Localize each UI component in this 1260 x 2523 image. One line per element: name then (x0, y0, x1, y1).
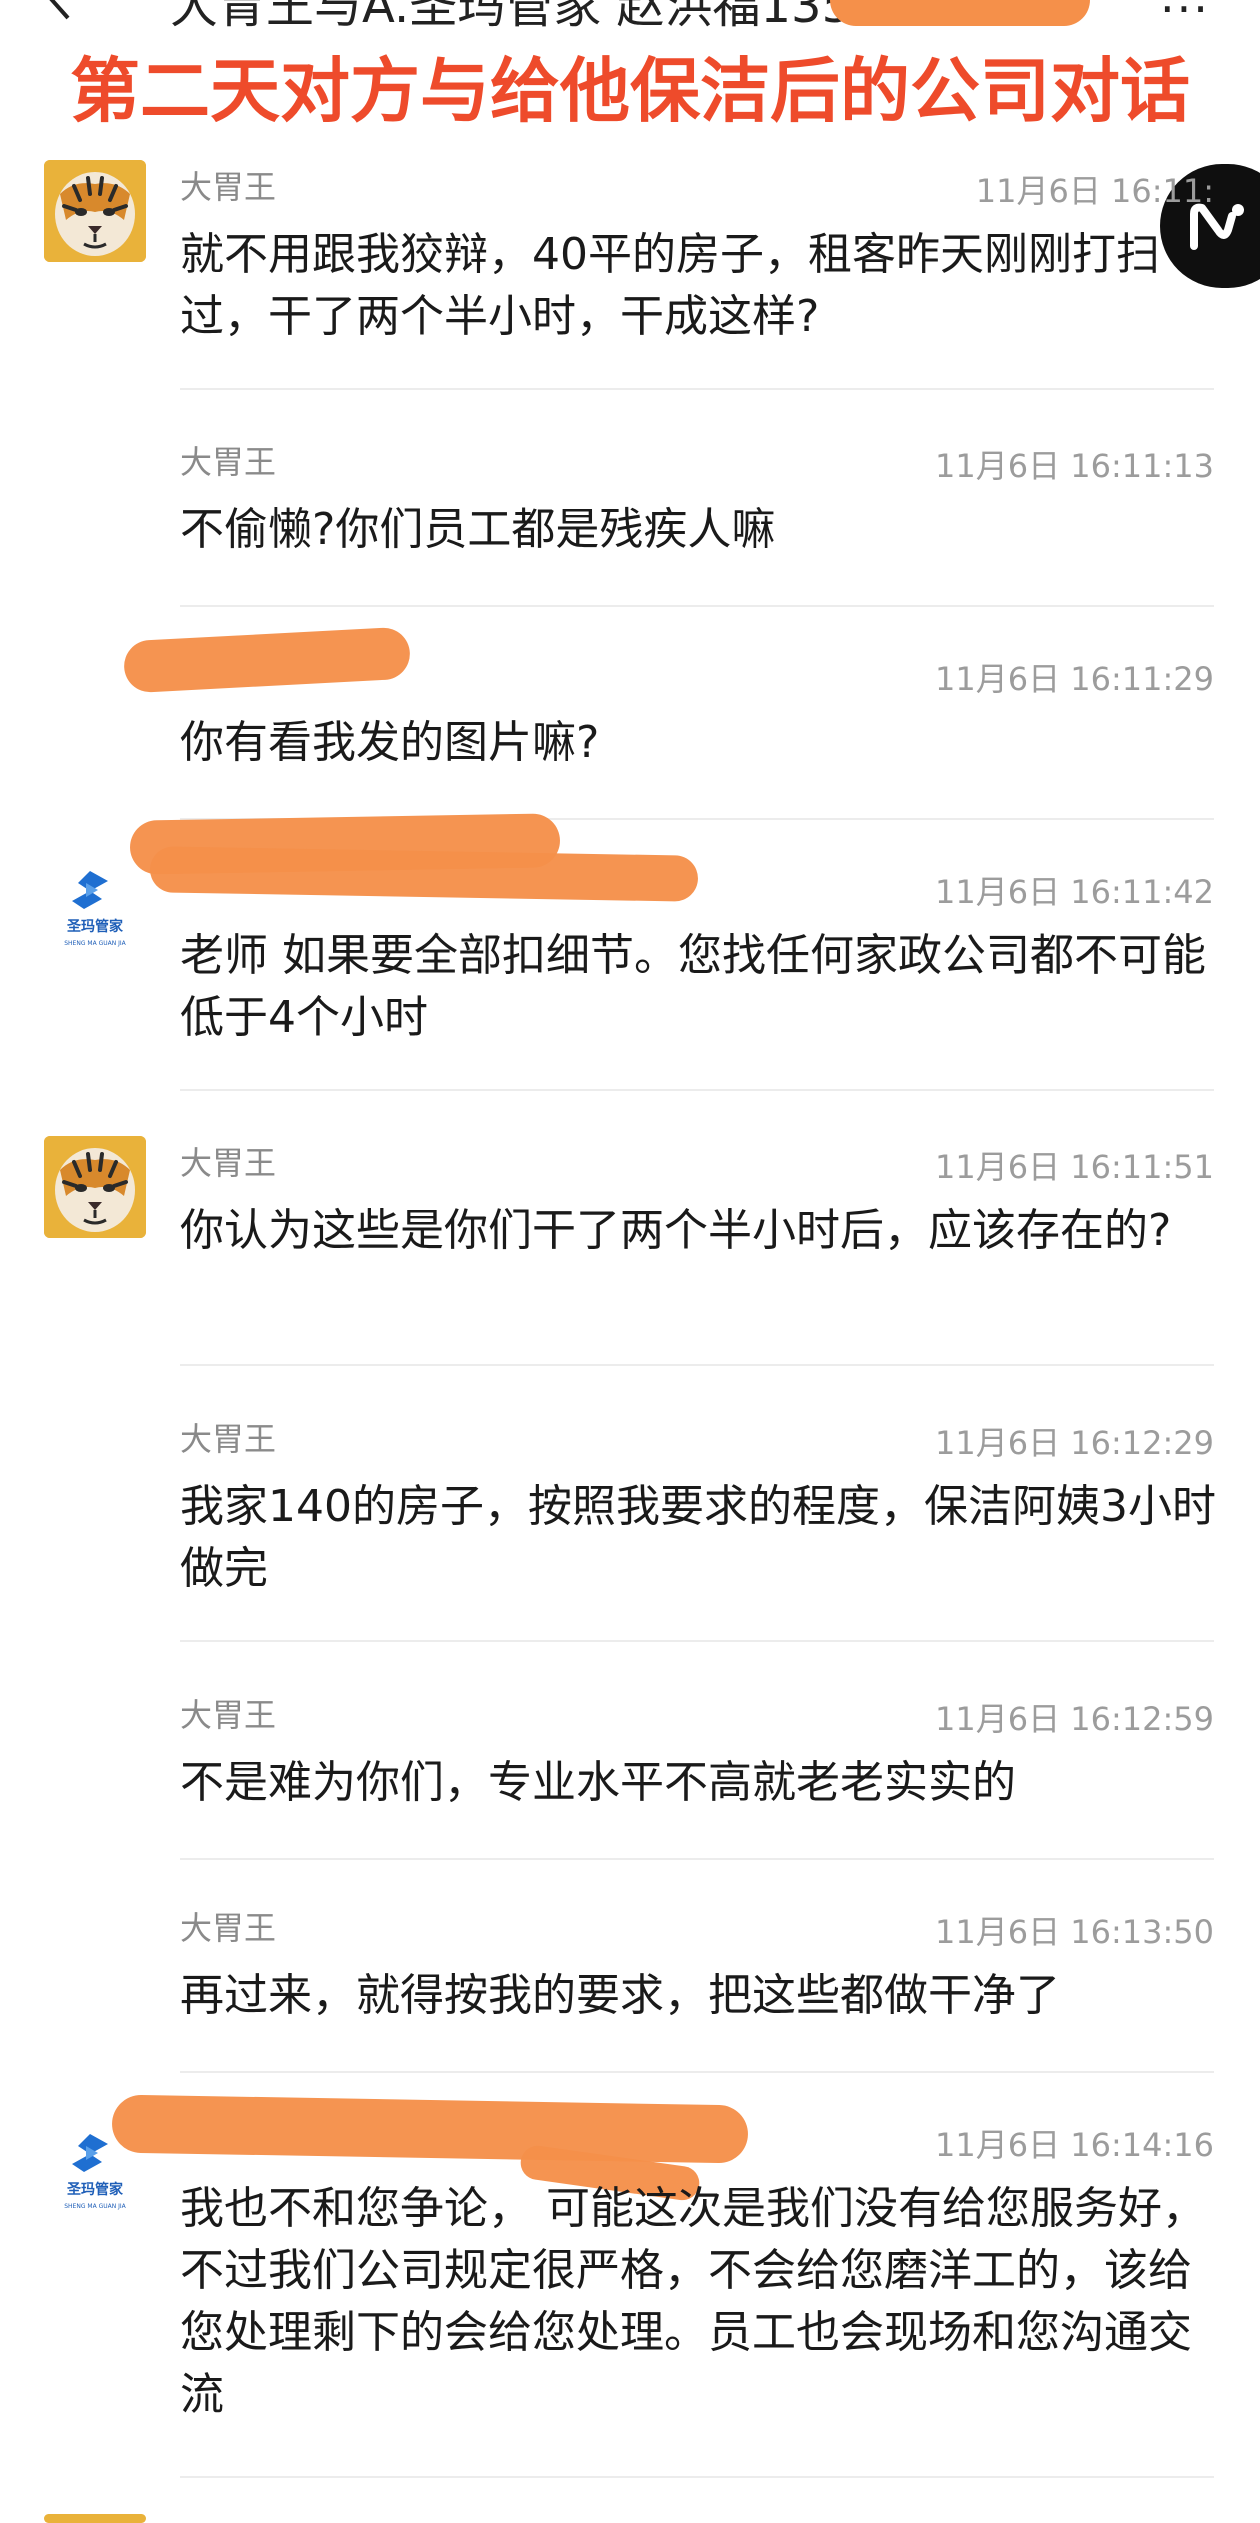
message-text[interactable]: 你认为这些是你们干了两个半小时后，应该存在的? (180, 1200, 1220, 1262)
message-text[interactable]: 我家140的房子，按照我要求的程度，保洁阿姨3小时做完 (180, 1476, 1220, 1600)
back-arrow-icon[interactable] (40, 0, 80, 20)
shengma-logo[interactable]: 圣玛管家 SHENG MA GUAN JIA (44, 861, 146, 963)
logo-cn-text: 圣玛管家 (66, 918, 124, 935)
redaction-mark (122, 626, 412, 694)
message-text[interactable]: 不是难为你们，专业水平不高就老老实实的 (180, 1752, 1220, 1814)
message-time: 11月6日 16:11:42 (935, 873, 1214, 911)
logo-en-text: SHENG MA GUAN JIA (64, 940, 126, 947)
message-time: 11月6日 16:12:29 (935, 1424, 1214, 1462)
message-text[interactable]: 你有看我发的图片嘛? (180, 712, 1220, 774)
tiger-avatar[interactable] (44, 2514, 146, 2523)
message-text[interactable]: 再过来，就得按我的要求，把这些都做干净了 (180, 1965, 1220, 2027)
chat-message: 大胃王 11月6日 16:12:59 不是难为你们，专业水平不高就老老实实的 (0, 1688, 1260, 1860)
logo-en-text: SHENG MA GUAN JIA (64, 2203, 126, 2210)
top-bar: 大胃王与A.圣玛管家 赵洪福135 ··· (0, 0, 1260, 40)
message-divider (180, 2071, 1214, 2073)
overlay-caption: 第二天对方与给他保洁后的公司对话 (70, 50, 1190, 132)
message-text[interactable]: 就不用跟我狡辩，40平的房子，租客昨天刚刚打扫过，干了两个半小时，干成这样? (180, 224, 1220, 348)
message-divider (180, 1640, 1214, 1642)
sender-name: 大胃王 (180, 1420, 277, 1458)
chat-message: 大胃王 11月6日 16:11:51 你认为这些是你们干了两个半小时后，应该存在… (0, 1136, 1260, 1366)
chat-message: 11月6日 16:11:29 你有看我发的图片嘛? (0, 626, 1260, 820)
chat-message: 大胃王 11月6日 16:12:29 我家140的房子，按照我要求的程度，保洁阿… (0, 1412, 1260, 1642)
tiger-avatar[interactable] (44, 160, 146, 262)
message-time: 11月6日 16:12:59 (935, 1700, 1214, 1738)
more-options-icon[interactable]: ··· (1160, 0, 1210, 36)
message-divider (180, 1364, 1214, 1366)
message-divider (180, 388, 1214, 390)
message-divider (180, 605, 1214, 607)
message-divider (180, 2476, 1214, 2478)
message-time: 11月6日 16:14:16 (935, 2126, 1214, 2164)
redaction-mark (830, 0, 1090, 26)
message-time: 11月6日 16:11:51 (935, 1148, 1214, 1186)
message-divider (180, 1089, 1214, 1091)
message-time: 11月6日 16:11:29 (935, 660, 1214, 698)
message-divider (180, 1858, 1214, 1860)
message-time: 11月6日 16:13:50 (935, 1913, 1214, 1951)
redaction-mark (149, 846, 699, 902)
logo-cn-text: 圣玛管家 (66, 2181, 124, 2198)
sender-name: 大胃王 (180, 1909, 277, 1947)
sender-name: 大胃王 (180, 168, 277, 206)
sender-name: 大胃王 (180, 1696, 277, 1734)
tiger-avatar[interactable] (44, 1136, 146, 1238)
chat-message: 大胃王 11月6日 16:11: 就不用跟我狡辩，40平的房子，租客昨天刚刚打扫… (0, 160, 1260, 390)
message-time: 11月6日 16:11:13 (935, 447, 1214, 485)
chat-message: 圣玛管家 SHENG MA GUAN JIA 11月6日 16:11:42 老师… (0, 813, 1260, 1091)
chat-message: 大胃王 11月6日 16:11:13 不偷懒?你们员工都是残疾人嘛 (0, 435, 1260, 607)
sender-name: 大胃王 (180, 1144, 277, 1182)
chat-message: 大胃王 11月6日 16:13:50 再过来，就得按我的要求，把这些都做干净了 (0, 1901, 1260, 2073)
message-text[interactable]: 老师 如果要全部扣细节。您找任何家政公司都不可能低于4个小时 (180, 925, 1220, 1049)
sender-name: 大胃王 (180, 443, 277, 481)
chat-title: 大胃王与A.圣玛管家 赵洪福135 (170, 0, 853, 34)
message-text[interactable]: 不偷懒?你们员工都是残疾人嘛 (180, 499, 1220, 561)
message-text[interactable]: 我也不和您争论， 可能这次是我们没有给您服务好，不过我们公司规定很严格，不会给您… (180, 2178, 1220, 2426)
message-time: 11月6日 16:11: (975, 172, 1214, 210)
chat-message: 圣玛管家 SHENG MA GUAN JIA 11月6日 16:14:16 我也… (0, 2094, 1260, 2484)
redaction-mark (111, 2094, 749, 2164)
